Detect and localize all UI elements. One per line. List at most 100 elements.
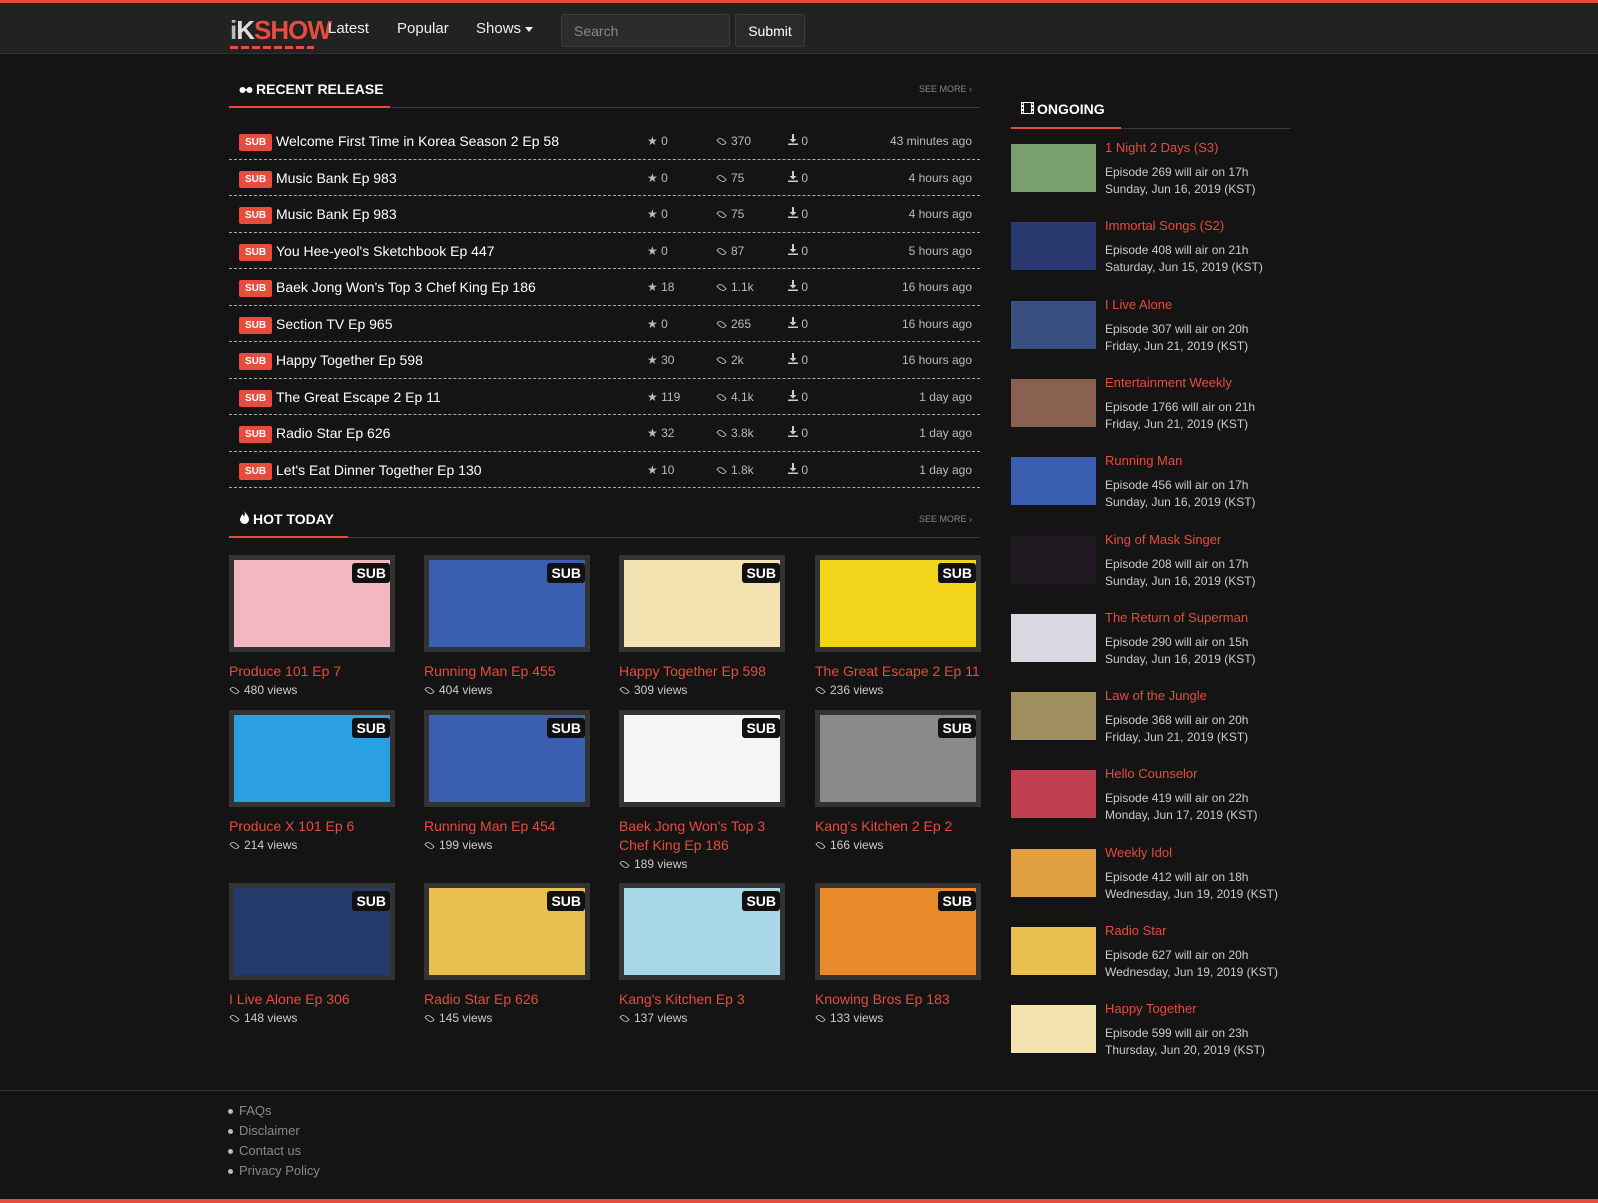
ongoing-thumbnail[interactable] <box>1011 378 1096 427</box>
ongoing-item[interactable]: King of Mask Singer Episode 208 will air … <box>1011 532 1311 606</box>
show-title[interactable]: Running Man Ep 455 <box>424 662 590 681</box>
ongoing-thumbnail[interactable] <box>1011 535 1096 584</box>
release-row[interactable]: SUB Baek Jong Won's Top 3 Chef King Ep 18… <box>229 269 980 306</box>
show-title[interactable]: Baek Jong Won's Top 3 Chef King Ep 186 <box>619 817 785 855</box>
release-row[interactable]: SUB The Great Escape 2 Ep 11 ★ 119 4.1k 0 1 … <box>229 379 980 415</box>
ongoing-item[interactable]: Law of the Jungle Episode 368 will air on… <box>1011 688 1311 762</box>
search-input[interactable] <box>561 14 730 47</box>
release-title[interactable]: Music Bank Ep 983 <box>276 170 397 186</box>
ongoing-show-title[interactable]: Radio Star <box>1105 923 1166 938</box>
show-title[interactable]: The Great Escape 2 Ep 11 <box>815 662 981 681</box>
release-title[interactable]: Let's Eat Dinner Together Ep 130 <box>276 462 482 478</box>
ongoing-item[interactable]: Hello Counselor Episode 419 will air on 2… <box>1011 766 1311 840</box>
ongoing-thumbnail[interactable] <box>1011 300 1096 349</box>
ongoing-item[interactable]: The Return of Superman Episode 290 will a… <box>1011 610 1311 684</box>
ongoing-show-title[interactable]: I Live Alone <box>1105 297 1172 312</box>
show-title[interactable]: Happy Together Ep 598 <box>619 662 785 681</box>
recent-see-more-link[interactable]: SEE MORE › <box>919 84 972 94</box>
show-title[interactable]: Kang's Kitchen 2 Ep 2 <box>815 817 981 836</box>
ongoing-thumbnail[interactable] <box>1011 770 1096 819</box>
nav-popular[interactable]: Popular <box>397 20 449 37</box>
show-thumbnail[interactable]: SUB <box>619 883 785 980</box>
release-title[interactable]: Baek Jong Won's Top 3 Chef King Ep 186 <box>276 279 536 295</box>
ongoing-thumbnail[interactable] <box>1011 457 1096 506</box>
show-thumbnail[interactable]: SUB <box>229 555 395 652</box>
ongoing-show-title[interactable]: King of Mask Singer <box>1105 532 1221 547</box>
ongoing-item[interactable]: 1 Night 2 Days (S3) Episode 269 will air … <box>1011 140 1311 214</box>
release-title[interactable]: Happy Together Ep 598 <box>276 352 423 368</box>
show-title[interactable]: Produce 101 Ep 7 <box>229 662 395 681</box>
ongoing-show-title[interactable]: Hello Counselor <box>1105 766 1198 781</box>
show-thumbnail[interactable]: SUB <box>815 883 981 980</box>
release-row[interactable]: SUB Welcome First Time in Korea Season 2 … <box>229 123 980 160</box>
ongoing-show-title[interactable]: Entertainment Weekly <box>1105 375 1232 390</box>
ongoing-thumbnail[interactable] <box>1011 927 1096 975</box>
ongoing-show-title[interactable]: Weekly Idol <box>1105 845 1172 860</box>
show-thumbnail[interactable]: SUB <box>815 555 981 652</box>
release-row[interactable]: SUB Let's Eat Dinner Together Ep 130 ★ 10 1… <box>229 452 980 488</box>
show-title[interactable]: I Live Alone Ep 306 <box>229 990 395 1009</box>
sub-badge: SUB <box>239 316 273 334</box>
nav-shows[interactable]: Shows <box>476 20 534 37</box>
footer-link[interactable]: FAQs <box>228 1103 320 1123</box>
show-thumbnail[interactable]: SUB <box>424 883 590 980</box>
ongoing-show-title[interactable]: 1 Night 2 Days (S3) <box>1105 140 1218 155</box>
show-thumbnail[interactable]: SUB <box>619 555 785 652</box>
release-title[interactable]: Section TV Ep 965 <box>276 316 392 332</box>
release-row[interactable]: SUB Music Bank Ep 983 ★ 0 75 0 4 hours ago <box>229 196 980 233</box>
ongoing-thumbnail[interactable] <box>1011 692 1096 741</box>
release-title[interactable]: Radio Star Ep 626 <box>276 425 390 441</box>
release-row[interactable]: SUB Music Bank Ep 983 ★ 0 75 0 4 hours ago <box>229 160 980 196</box>
ongoing-thumbnail[interactable] <box>1011 222 1096 271</box>
ongoing-item[interactable]: Radio Star Episode 627 will air on 20h Wed… <box>1011 923 1311 997</box>
release-row[interactable]: SUB You Hee-yeol's Sketchbook Ep 447 ★ 0 87… <box>229 233 980 269</box>
footer-link[interactable]: Disclaimer <box>228 1123 320 1143</box>
ongoing-item[interactable]: Weekly Idol Episode 412 will air on 18h We… <box>1011 845 1311 919</box>
release-title[interactable]: You Hee-yeol's Sketchbook Ep 447 <box>276 243 495 259</box>
ongoing-thumbnail[interactable] <box>1011 613 1096 662</box>
eye-icon <box>716 319 727 330</box>
ongoing-show-title[interactable]: Law of the Jungle <box>1105 688 1207 703</box>
ongoing-show-title[interactable]: Immortal Songs (S2) <box>1105 218 1224 233</box>
ongoing-thumbnail[interactable] <box>1011 1005 1096 1054</box>
ongoing-item[interactable]: I Live Alone Episode 307 will air on 20h F… <box>1011 297 1311 371</box>
ongoing-show-title[interactable]: Running Man <box>1105 453 1182 468</box>
ongoing-item[interactable]: Entertainment Weekly Episode 1766 will ai… <box>1011 375 1311 449</box>
ongoing-thumbnail[interactable] <box>1011 144 1096 192</box>
rating-value: 0 <box>661 207 668 221</box>
show-thumbnail[interactable]: SUB <box>424 710 590 807</box>
footer-link[interactable]: Contact us <box>228 1143 320 1163</box>
show-thumbnail[interactable]: SUB <box>424 555 590 652</box>
release-row[interactable]: SUB Section TV Ep 965 ★ 0 265 0 16 hours ago <box>229 306 980 342</box>
release-title[interactable]: Welcome First Time in Korea Season 2 Ep … <box>276 133 559 149</box>
site-logo[interactable]: iKSHOW <box>230 15 332 49</box>
submit-button[interactable]: Submit <box>735 14 805 47</box>
ongoing-thumbnail[interactable] <box>1011 848 1096 897</box>
release-row[interactable]: SUB Radio Star Ep 626 ★ 32 3.8k 0 1 day ago <box>229 415 980 452</box>
show-title[interactable]: Running Man Ep 454 <box>424 817 590 836</box>
show-title[interactable]: Knowing Bros Ep 183 <box>815 990 981 1009</box>
show-thumbnail[interactable]: SUB <box>229 710 395 807</box>
ongoing-item[interactable]: Immortal Songs (S2) Episode 408 will air … <box>1011 218 1311 292</box>
hot-see-more-link[interactable]: SEE MORE › <box>919 514 972 524</box>
view-count-value: 309 views <box>634 683 688 697</box>
release-title[interactable]: The Great Escape 2 Ep 11 <box>276 389 441 405</box>
release-row[interactable]: SUB Happy Together Ep 598 ★ 30 2k 0 16 hours… <box>229 342 980 379</box>
ongoing-item[interactable]: Happy Together Episode 599 will air on 23… <box>1011 1001 1311 1075</box>
show-title[interactable]: Produce X 101 Ep 6 <box>229 817 395 836</box>
sub-tag: SUB <box>938 891 976 911</box>
release-time: 4 hours ago <box>908 207 972 221</box>
show-thumbnail[interactable]: SUB <box>229 883 395 980</box>
show-thumbnail[interactable]: SUB <box>815 710 981 807</box>
show-title[interactable]: Kang's Kitchen Ep 3 <box>619 990 785 1009</box>
release-title[interactable]: Music Bank Ep 983 <box>276 206 397 222</box>
show-thumbnail[interactable]: SUB <box>619 710 785 807</box>
ongoing-show-title[interactable]: The Return of Superman <box>1105 610 1248 625</box>
views-stat: 75 <box>716 171 744 185</box>
downloads-value: 0 <box>801 207 809 221</box>
ongoing-show-title[interactable]: Happy Together <box>1105 1001 1197 1016</box>
nav-latest[interactable]: Latest <box>328 20 369 37</box>
footer-link[interactable]: Privacy Policy <box>228 1163 320 1183</box>
show-title[interactable]: Radio Star Ep 626 <box>424 990 590 1009</box>
ongoing-item[interactable]: Running Man Episode 456 will air on 17h Su… <box>1011 453 1311 527</box>
